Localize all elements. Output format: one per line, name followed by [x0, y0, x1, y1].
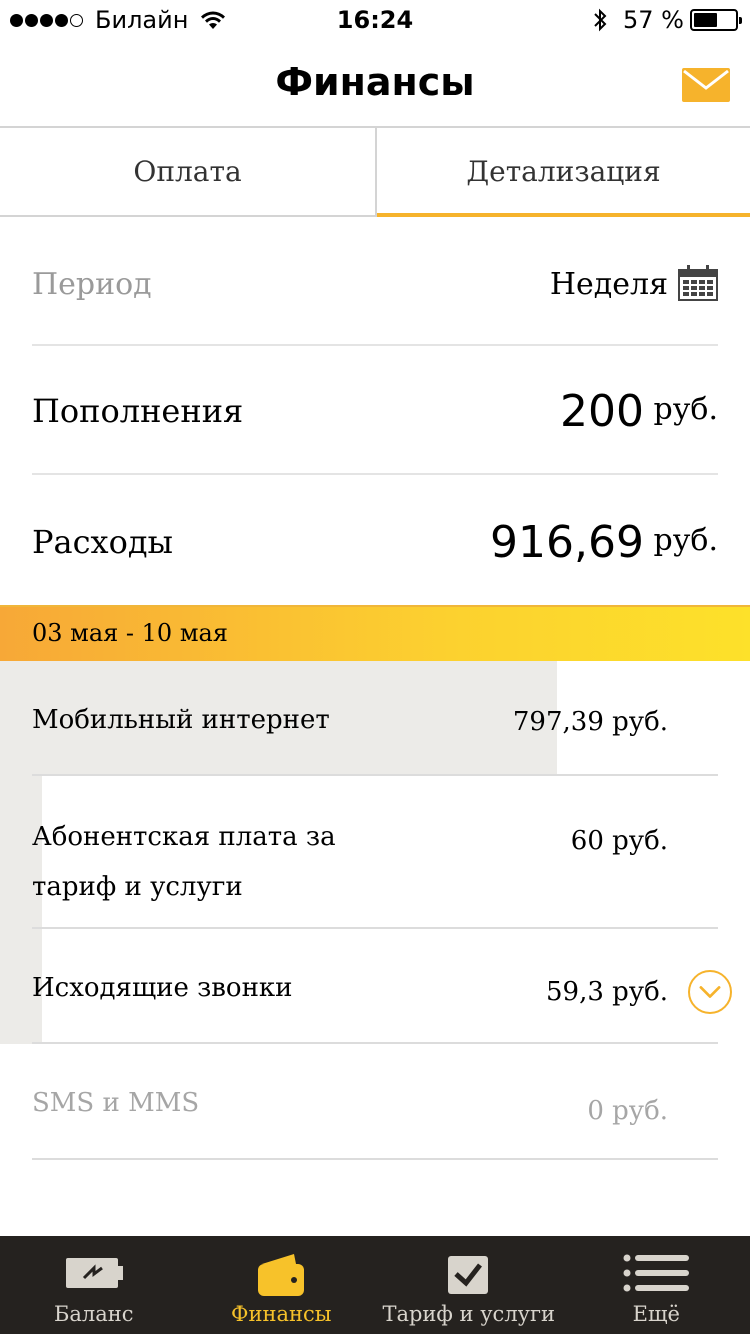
spend-summary: Расходы 916,69 руб. — [32, 475, 718, 605]
tab-payment[interactable]: Оплата — [0, 128, 375, 215]
expense-label: SMS и MMS — [32, 1088, 200, 1118]
bluetooth-icon — [594, 8, 607, 32]
expense-label: Абонентская плата за тариф и услуги — [32, 812, 336, 912]
page-title: Финансы — [275, 60, 475, 104]
expense-label: Мобильный интернет — [32, 705, 330, 735]
date-range-label: 03 мая - 10 мая — [32, 619, 228, 647]
expense-amount: 0 руб. — [587, 1096, 668, 1126]
more-list-icon — [623, 1254, 690, 1292]
expense-amount: 797,39 руб. — [512, 707, 668, 737]
bottom-tab-bar: Баланс Финансы Тариф и услуги Ещё — [0, 1236, 750, 1334]
period-label: Период — [32, 267, 152, 302]
status-bar: Билайн 16:24 57 % — [0, 0, 750, 40]
expense-item-sms-mms[interactable]: SMS и MMS 0 руб. — [0, 1044, 750, 1160]
calendar-icon[interactable] — [678, 265, 718, 301]
battery-percent: 57 % — [623, 6, 684, 34]
chevron-down-icon[interactable] — [688, 970, 732, 1014]
header: Финансы — [0, 40, 750, 128]
checkbox-icon — [447, 1256, 488, 1294]
segmented-tabs: Оплата Детализация — [0, 128, 750, 217]
expense-label-line-2: тариф и услуги — [32, 872, 243, 902]
period-selector[interactable]: Период Неделя — [32, 217, 718, 346]
tabbar-item-more[interactable]: Ещё — [563, 1236, 750, 1334]
spend-label: Расходы — [32, 523, 174, 561]
tabbar-item-balance[interactable]: Баланс — [0, 1236, 188, 1334]
topup-summary: Пополнения 200 руб. — [32, 346, 718, 475]
tabbar-label: Финансы — [231, 1302, 332, 1326]
divider — [32, 1158, 718, 1160]
expense-item-subscription-fee[interactable]: Абонентская плата за тариф и услуги 60 р… — [0, 776, 750, 929]
tabbar-label: Ещё — [632, 1302, 680, 1326]
expense-item-outgoing-calls[interactable]: Исходящие звонки 59,3 руб. — [0, 929, 750, 1044]
tabbar-label: Баланс — [53, 1302, 134, 1326]
spend-unit: руб. — [653, 523, 718, 558]
tab-details[interactable]: Детализация — [375, 128, 750, 217]
tabbar-item-finance[interactable]: Финансы — [188, 1236, 376, 1334]
expense-amount: 60 руб. — [570, 826, 668, 856]
wallet-icon — [258, 1254, 305, 1296]
expense-item-mobile-internet[interactable]: Мобильный интернет 797,39 руб. — [0, 661, 750, 776]
expense-label: Исходящие звонки — [32, 973, 293, 1003]
spend-amount: 916,69 — [490, 517, 644, 568]
date-range-header: 03 мая - 10 мая — [0, 605, 750, 661]
tabbar-item-tariff[interactable]: Тариф и услуги — [375, 1236, 563, 1334]
expense-label-line-1: Абонентская плата за — [32, 822, 336, 852]
topup-label: Пополнения — [32, 392, 244, 430]
topup-unit: руб. — [653, 392, 718, 427]
battery-bolt-icon — [65, 1258, 123, 1288]
tabbar-label: Тариф и услуги — [382, 1302, 556, 1326]
mail-icon[interactable] — [682, 68, 730, 102]
battery-icon — [690, 9, 742, 31]
period-value[interactable]: Неделя — [550, 267, 668, 302]
expense-amount: 59,3 руб. — [545, 977, 668, 1007]
topup-amount: 200 — [560, 386, 644, 437]
